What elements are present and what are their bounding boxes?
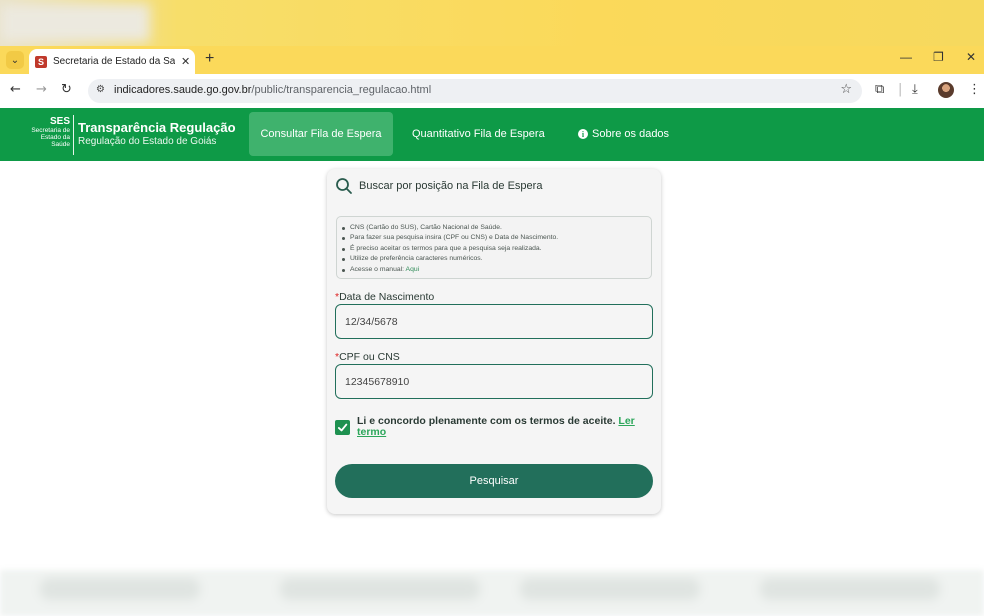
menu-kebab-icon[interactable]: ⋮ xyxy=(968,82,981,98)
brand-subtitle: Regulação do Estado de Goiás xyxy=(78,136,217,147)
browser-toolbar: ← → ↻ ⚙ indicadores.saude.go.gov.br/publ… xyxy=(0,74,984,108)
instruction-item: É preciso aceitar os termos para que a p… xyxy=(342,244,651,254)
cpf-cns-input[interactable]: 12345678910 xyxy=(335,364,653,399)
manual-link[interactable]: Aqui xyxy=(406,266,420,273)
site-header: SES Secretaria de Estado da Saúde Transp… xyxy=(0,108,984,161)
restore-button[interactable]: ❐ xyxy=(933,50,944,64)
instruction-item: CNS (Cartão do SUS), Cartão Nacional de … xyxy=(342,223,651,233)
site-settings-icon[interactable]: ⚙ xyxy=(96,84,105,95)
nav-quantitativo-fila[interactable]: Quantitativo Fila de Espera xyxy=(412,112,545,156)
terms-checkbox[interactable] xyxy=(335,420,350,435)
close-tab-icon[interactable]: ✕ xyxy=(181,55,190,68)
background-blur-bottom xyxy=(0,570,984,616)
tab-title: Secretaria de Estado da SaÃºde xyxy=(53,56,175,67)
nav-sobre-dados[interactable]: i Sobre os dados xyxy=(578,112,669,156)
bookmark-star-icon[interactable]: ☆ xyxy=(840,82,852,97)
chevron-down-icon: ⌄ xyxy=(10,54,20,66)
ses-logo[interactable]: SES Secretaria de Estado da Saúde xyxy=(18,117,70,149)
instruction-item: Utilize de preferência caracteres numéri… xyxy=(342,254,651,264)
instruction-item: Acesse o manual: Aqui xyxy=(342,265,651,275)
extensions-puzzle-icon[interactable]: ⧉ xyxy=(875,82,884,98)
background-blur-top xyxy=(0,0,984,46)
cpf-cns-label: *CPF ou CNS xyxy=(335,351,400,363)
search-icon xyxy=(336,178,352,194)
instructions-box: CNS (Cartão do SUS), Cartão Nacional de … xyxy=(336,216,652,279)
reload-icon[interactable]: ↻ xyxy=(61,82,72,98)
search-card: Buscar por posição na Fila de Espera CNS… xyxy=(327,169,661,514)
browser-tab-bar: ⌄ S Secretaria de Estado da SaÃºde ✕ + —… xyxy=(0,46,984,74)
logo-divider xyxy=(73,115,74,155)
search-button[interactable]: Pesquisar xyxy=(335,464,653,498)
tab-list-button[interactable]: ⌄ xyxy=(6,51,24,69)
close-window-button[interactable]: ✕ xyxy=(966,50,976,64)
nav-consultar-fila[interactable]: Consultar Fila de Espera xyxy=(249,112,393,156)
browser-tab[interactable]: S Secretaria de Estado da SaÃºde ✕ xyxy=(29,49,195,74)
birth-date-label: *Data de Nascimento xyxy=(335,291,435,303)
instruction-item: Para fazer sua pesquisa insira (CPF ou C… xyxy=(342,233,651,243)
address-bar[interactable]: ⚙ indicadores.saude.go.gov.br/public/tra… xyxy=(88,79,862,103)
forward-arrow-icon[interactable]: → xyxy=(36,82,47,98)
card-title: Buscar por posição na Fila de Espera xyxy=(359,180,543,192)
checkmark-icon xyxy=(337,423,348,432)
birth-date-input[interactable]: 12/34/5678 xyxy=(335,304,653,339)
brand-title: Transparência Regulação xyxy=(78,120,236,135)
profile-avatar[interactable] xyxy=(938,82,954,98)
url-text: indicadores.saude.go.gov.br/public/trans… xyxy=(114,84,432,96)
new-tab-button[interactable]: + xyxy=(205,51,214,67)
site-favicon-icon: S xyxy=(35,55,47,68)
minimize-button[interactable]: — xyxy=(900,50,912,64)
info-icon: i xyxy=(578,129,588,139)
toolbar-divider: | xyxy=(898,82,903,97)
back-arrow-icon[interactable]: ← xyxy=(10,82,21,98)
terms-text: Li e concordo plenamente com os termos d… xyxy=(357,415,635,438)
download-icon[interactable]: ⤓ xyxy=(912,82,918,98)
